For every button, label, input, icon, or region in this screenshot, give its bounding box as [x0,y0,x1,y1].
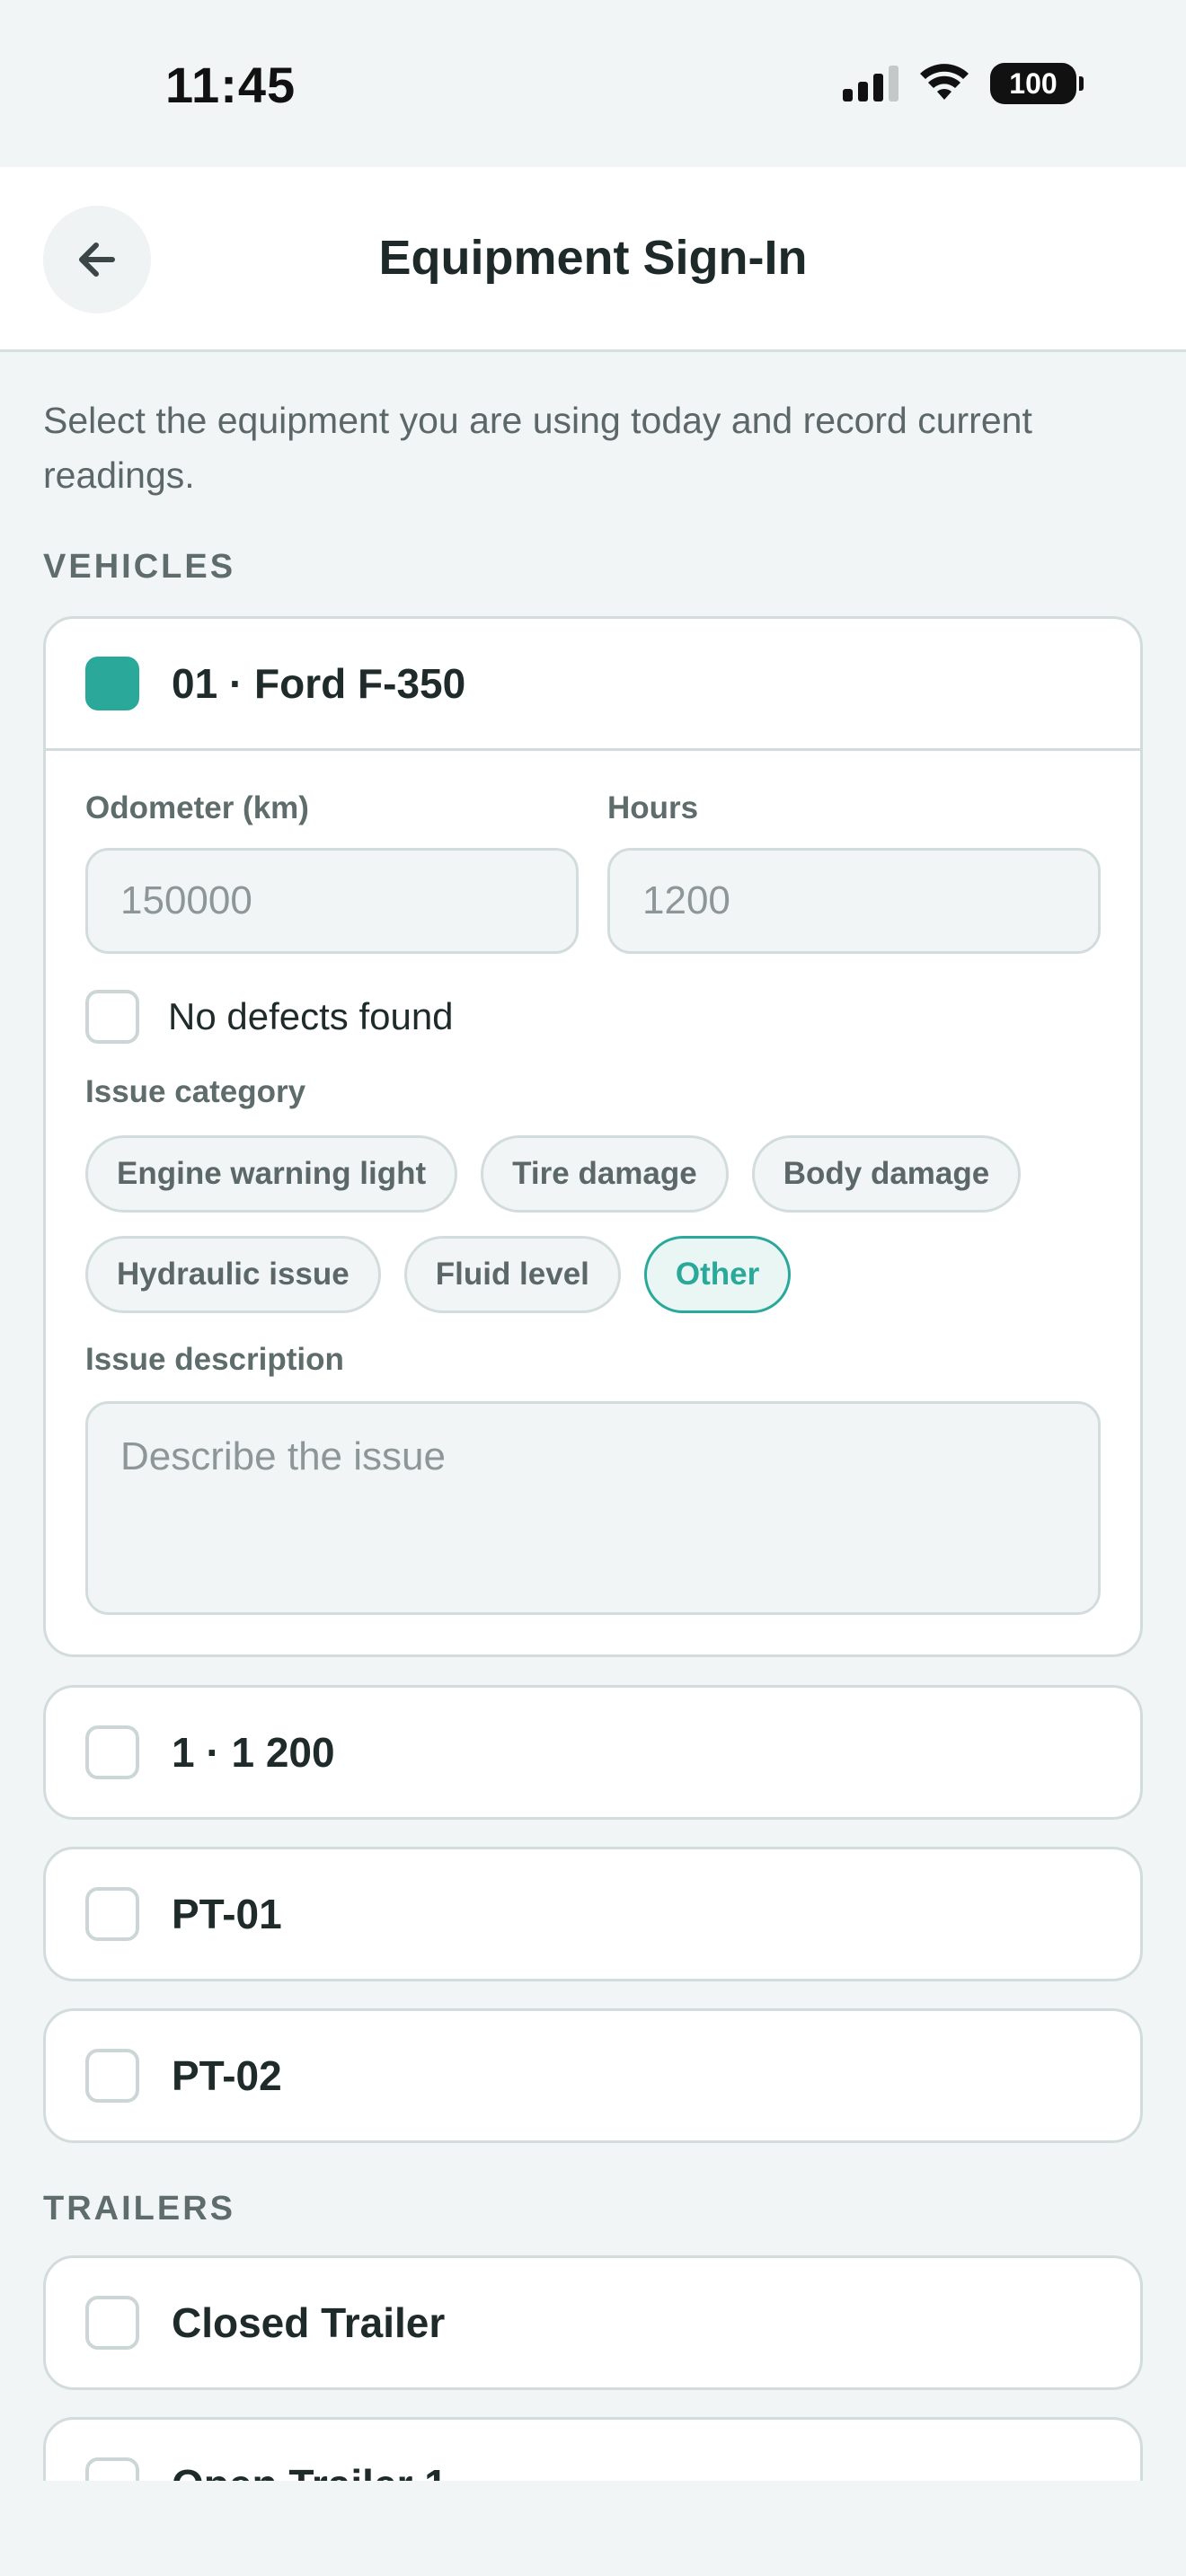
vehicle-card[interactable]: PT-01 [43,1847,1143,1981]
no-defects-row[interactable]: No defects found [85,990,1101,1044]
nav-header: Equipment Sign-In [0,167,1186,352]
chip-tire-damage[interactable]: Tire damage [481,1135,729,1213]
vehicle-row[interactable]: PT-02 [46,2011,1140,2140]
screen: 11:45 100 Equipment Sign-In Select the e… [0,0,1186,2576]
vehicle-label: 1 · 1 200 [172,1729,335,1776]
chip-engine-warning-light[interactable]: Engine warning light [85,1135,458,1213]
hours-placeholder: 1200 [642,878,730,922]
issue-category-label: Issue category [85,1074,306,1109]
odometer-placeholder: 150000 [120,878,252,922]
odometer-input[interactable]: 150000 [85,848,579,954]
vehicle-readings: Odometer (km) 150000 Hours 1200 No defec… [46,751,1140,1654]
intro-text: Select the equipment you are using today… [43,400,1032,496]
trailer-label: Closed Trailer [172,2299,446,2346]
vehicle-row[interactable]: PT-01 [46,1849,1140,1979]
trailer-card[interactable]: Closed Trailer [43,2255,1143,2390]
no-defects-label: No defects found [168,995,454,1037]
hours-label: Hours [607,790,699,825]
vehicles-section-title: VEHICLES [43,548,236,586]
chip-body-damage[interactable]: Body damage [751,1135,1022,1213]
odometer-label: Odometer (km) [85,790,309,825]
vehicle-row[interactable]: 01 · Ford F-350 [46,619,1140,748]
chip-hydraulic-issue[interactable]: Hydraulic issue [85,1236,381,1313]
vehicle-row[interactable]: 1 · 1 200 [46,1688,1140,1817]
chip-other[interactable]: Other [643,1236,792,1313]
hours-input[interactable]: 1200 [607,848,1101,954]
trailers-section-title: TRAILERS [43,2190,235,2228]
vehicle-label: PT-01 [172,1891,282,1937]
page-title: Equipment Sign-In [378,231,808,285]
status-bar: 11:45 100 [0,0,1186,167]
vehicle-label: PT-02 [172,2052,282,2099]
issue-description-placeholder: Describe the issue [120,1434,446,1478]
status-time: 11:45 [165,57,296,113]
vehicle-card[interactable]: PT-02 [43,2008,1143,2143]
vehicle-checkbox[interactable] [85,657,139,710]
battery-level: 100 [1009,66,1058,100]
status-icons: 100 [843,63,1084,104]
trailer-checkbox[interactable] [85,2296,139,2350]
issue-category-chips: Engine warning light Tire damage Body da… [85,1135,1110,1313]
issue-description-input[interactable]: Describe the issue [85,1401,1101,1615]
chip-fluid-level[interactable]: Fluid level [403,1236,621,1313]
bottom-safe-area [0,2481,1186,2576]
cellular-signal-icon [843,66,898,101]
vehicle-card-expanded: 01 · Ford F-350 Odometer (km) 150000 Hou… [43,616,1143,1657]
no-defects-checkbox[interactable] [85,990,139,1044]
vehicle-checkbox[interactable] [85,1725,139,1779]
hours-group: Hours 1200 [607,790,1101,954]
vehicle-checkbox[interactable] [85,1887,139,1941]
odometer-group: Odometer (km) 150000 [85,790,579,954]
vehicle-label: 01 · Ford F-350 [172,660,466,707]
vehicle-checkbox[interactable] [85,2049,139,2103]
battery-icon: 100 [990,63,1084,104]
readings-row: Odometer (km) 150000 Hours 1200 [85,790,1101,954]
issue-description-label: Issue description [85,1342,344,1377]
vehicle-card[interactable]: 1 · 1 200 [43,1685,1143,1820]
wifi-icon [920,64,969,100]
trailer-row[interactable]: Closed Trailer [46,2258,1140,2387]
